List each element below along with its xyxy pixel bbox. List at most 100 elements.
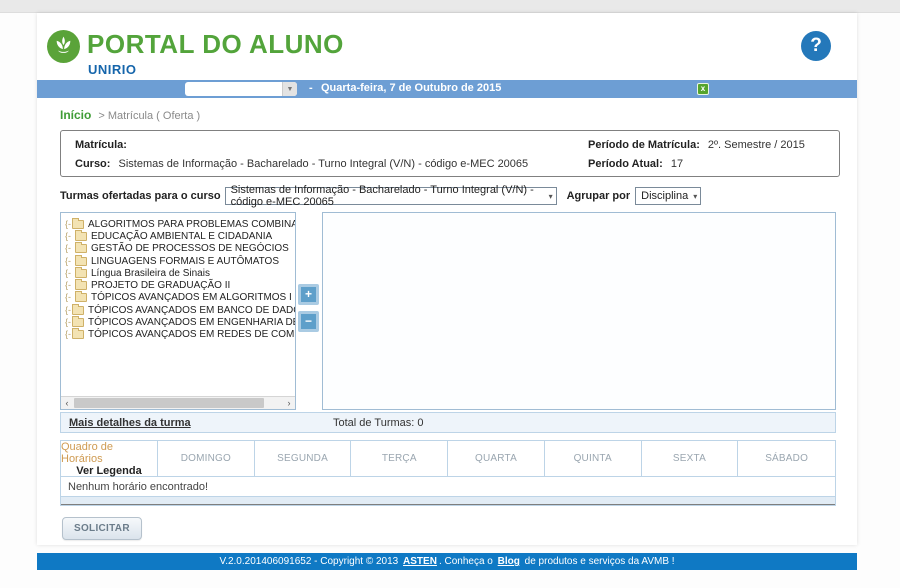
discipline-tree: {- ALGORITMOS PARA PROBLEMAS COMBINATÓRIO…	[61, 213, 295, 341]
date-separator: -	[309, 82, 313, 94]
chevron-down-icon[interactable]: ▼	[282, 82, 297, 96]
tree-item[interactable]: {- TÓPICOS AVANÇADOS EM REDES DE COMPUTAD…	[65, 329, 293, 341]
folder-icon	[72, 220, 84, 229]
breadcrumb-current: > Matrícula ( Oferta )	[98, 110, 200, 122]
tree-item-label: TÓPICOS AVANÇADOS EM BANCO DE DADOS II	[88, 305, 296, 316]
tree-item-label: LINGUAGENS FORMAIS E AUTÔMATOS	[91, 256, 279, 267]
folder-icon	[72, 306, 84, 315]
periodo-atual-label: Período Atual:	[588, 158, 663, 170]
day-header-segunda: SEGUNDA	[255, 441, 352, 477]
expander-icon[interactable]: {-	[65, 306, 71, 315]
course-select[interactable]: Sistemas de Informação - Bacharelado - T…	[225, 187, 557, 205]
date-bar: ▼ - Quarta-feira, 7 de Outubro de 2015 x	[37, 80, 857, 98]
group-by-select[interactable]: Disciplina ▾	[635, 187, 701, 205]
turmas-ofertadas-label: Turmas ofertadas para o curso	[60, 190, 221, 202]
close-icon[interactable]: x	[697, 83, 709, 95]
enrollment-info-box: Matrícula: Curso: Sistemas de Informação…	[60, 130, 840, 177]
periodo-matricula-row: Período de Matrícula: 2º. Semestre / 201…	[588, 139, 805, 151]
blog-link[interactable]: Blog	[498, 556, 520, 567]
tree-item-label: GESTÃO DE PROCESSOS DE NEGÓCIOS	[91, 243, 289, 254]
tree-item-label: TÓPICOS AVANÇADOS EM ENGENHARIA DE SOFTW…	[88, 317, 296, 328]
current-date-label: Quarta-feira, 7 de Outubro de 2015	[321, 82, 501, 94]
browser-top-strip	[0, 0, 900, 13]
folder-icon	[75, 281, 87, 290]
expander-icon[interactable]: {-	[65, 244, 74, 253]
expander-icon[interactable]: {-	[65, 257, 74, 266]
tree-item-label: Língua Brasileira de Sinais	[91, 268, 210, 279]
footer-version-text: V.2.0.201406091652 - Copyright © 2013	[219, 556, 401, 567]
breadcrumb: Início > Matrícula ( Oferta )	[60, 108, 200, 122]
filters-row: Turmas ofertadas para o curso Sistemas d…	[60, 186, 840, 206]
group-by-select-value: Disciplina	[641, 190, 688, 202]
tree-item[interactable]: {- ALGORITMOS PARA PROBLEMAS COMBINATÓRIO…	[65, 218, 293, 230]
breadcrumb-home-link[interactable]: Início	[60, 108, 91, 122]
folder-icon	[72, 330, 84, 339]
schedule-table: Quadro de Horários Ver Legenda DOMINGO S…	[60, 440, 836, 506]
selected-classes-panel[interactable]	[322, 212, 836, 410]
tree-item[interactable]: {- TÓPICOS AVANÇADOS EM BANCO DE DADOS II	[65, 304, 293, 316]
chevron-down-icon: ▾	[688, 192, 697, 201]
add-class-button[interactable]: +	[298, 284, 319, 305]
matricula-row: Matrícula:	[75, 139, 132, 151]
tree-item[interactable]: {-EDUCAÇÃO AMBIENTAL E CIDADANIA	[65, 230, 293, 242]
solicitar-button[interactable]: SOLICITAR	[62, 517, 142, 540]
footer-middle-text: . Conheça o	[439, 556, 496, 567]
footer-bar: V.2.0.201406091652 - Copyright © 2013 AS…	[37, 553, 857, 570]
course-select-value: Sistemas de Informação - Bacharelado - T…	[231, 184, 544, 208]
expander-icon[interactable]: {-	[65, 220, 71, 229]
org-name: UNIRIO	[88, 62, 137, 77]
expander-icon[interactable]: {-	[65, 318, 71, 327]
curso-value: Sistemas de Informação - Bacharelado - T…	[119, 158, 529, 170]
portal-content-card: PORTAL DO ALUNO UNIRIO ? ▼ - Quarta-feir…	[37, 13, 857, 545]
transfer-buttons-strip: + −	[296, 212, 322, 410]
chevron-down-icon: ▾	[544, 192, 553, 201]
offered-classes-tree-panel: {- ALGORITMOS PARA PROBLEMAS COMBINATÓRIO…	[60, 212, 296, 410]
curso-row: Curso: Sistemas de Informação - Bacharel…	[75, 158, 528, 170]
matricula-label: Matrícula:	[75, 139, 127, 151]
horizontal-scrollbar[interactable]: ‹ ›	[61, 396, 295, 409]
asten-link[interactable]: ASTEN	[403, 556, 437, 567]
scroll-right-icon[interactable]: ›	[283, 397, 295, 409]
expander-icon[interactable]: {-	[65, 293, 74, 302]
tree-item-label: ALGORITMOS PARA PROBLEMAS COMBINATÓRIOS	[88, 219, 296, 230]
schedule-corner-cell: Quadro de Horários Ver Legenda	[61, 441, 158, 477]
folder-icon	[75, 232, 87, 241]
ver-legenda-link[interactable]: Ver Legenda	[76, 465, 141, 477]
tree-item-label: PROJETO DE GRADUAÇÃO II	[91, 280, 230, 291]
footer-end-text: de produtos e serviços da AVMB !	[522, 556, 675, 567]
expander-icon[interactable]: {-	[65, 281, 74, 290]
agrupar-por-label: Agrupar por	[567, 190, 631, 202]
folder-icon	[75, 293, 87, 302]
tree-item-label: TÓPICOS AVANÇADOS EM REDES DE COMPUTADOR…	[88, 329, 296, 340]
remove-class-button[interactable]: −	[298, 311, 319, 332]
scrollbar-thumb[interactable]	[74, 398, 264, 408]
tree-item[interactable]: {- Língua Brasileira de Sinais	[65, 267, 293, 279]
schedule-title: Quadro de Horários	[61, 441, 157, 465]
expander-icon[interactable]: {-	[65, 330, 71, 339]
help-icon[interactable]: ?	[801, 31, 831, 61]
folder-icon	[75, 257, 87, 266]
folder-icon	[75, 244, 87, 253]
tree-item[interactable]: {- TÓPICOS AVANÇADOS EM ENGENHARIA DE SOF…	[65, 316, 293, 328]
details-bar: Mais detalhes da turma Total de Turmas: …	[60, 412, 836, 433]
tree-item[interactable]: {-TÓPICOS AVANÇADOS EM ALGORITMOS I	[65, 292, 293, 304]
tree-item[interactable]: {- PROJETO DE GRADUAÇÃO II	[65, 279, 293, 291]
class-details-link[interactable]: Mais detalhes da turma	[69, 417, 191, 429]
profile-select[interactable]: ▼	[185, 82, 297, 96]
page-title: PORTAL DO ALUNO	[87, 29, 344, 60]
curso-label: Curso:	[75, 158, 110, 170]
tree-item[interactable]: {- LINGUAGENS FORMAIS E AUTÔMATOS	[65, 255, 293, 267]
schedule-header-row: Quadro de Horários Ver Legenda DOMINGO S…	[61, 441, 835, 477]
total-classes-label: Total de Turmas: 0	[333, 417, 424, 429]
schedule-footer-strip	[61, 497, 835, 505]
day-header-terca: TERÇA	[351, 441, 448, 477]
expander-icon[interactable]: {-	[65, 269, 74, 278]
folder-icon	[72, 318, 84, 327]
periodo-matricula-label: Período de Matrícula:	[588, 139, 700, 151]
tree-item[interactable]: {- GESTÃO DE PROCESSOS DE NEGÓCIOS	[65, 243, 293, 255]
periodo-matricula-value: 2º. Semestre / 2015	[708, 139, 805, 151]
expander-icon[interactable]: {-	[65, 232, 74, 241]
day-header-domingo: DOMINGO	[158, 441, 255, 477]
schedule-empty-message: Nenhum horário encontrado!	[61, 477, 835, 497]
scroll-left-icon[interactable]: ‹	[61, 397, 73, 409]
